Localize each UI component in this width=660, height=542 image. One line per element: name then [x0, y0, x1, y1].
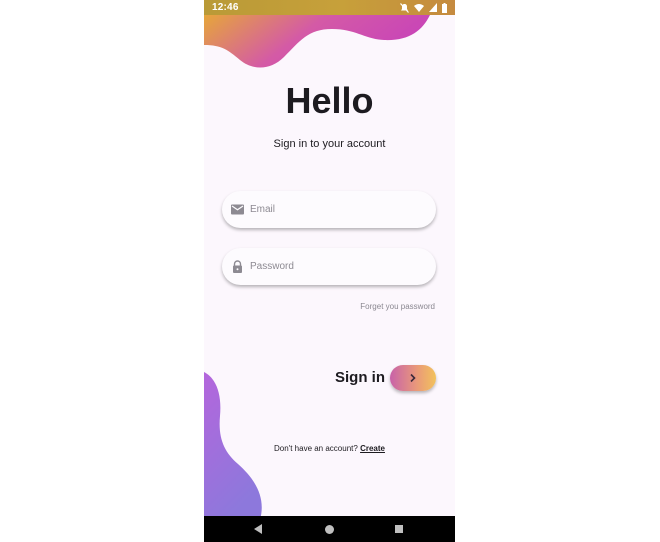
decorative-wave-top [204, 15, 430, 68]
signup-prompt: Don't have an account? [274, 444, 358, 453]
mail-icon [231, 204, 244, 215]
page-subtitle: Sign in to your account [273, 138, 386, 150]
sign-in-button[interactable] [390, 365, 436, 391]
recents-icon[interactable] [395, 525, 403, 533]
page-title: Hello [285, 80, 374, 121]
signal-icon [429, 3, 437, 12]
forgot-password-link[interactable]: Forget you password [360, 302, 435, 311]
mute-icon [400, 2, 409, 13]
password-field[interactable] [222, 248, 436, 285]
create-account-link[interactable]: Create [360, 444, 385, 453]
navigation-bar [204, 516, 455, 542]
sign-in-label: Sign in [335, 369, 385, 386]
wifi-icon [414, 4, 424, 12]
status-bar: 12:46 [204, 0, 455, 15]
email-input[interactable] [250, 191, 420, 228]
status-time: 12:46 [212, 2, 239, 13]
status-icons [400, 2, 447, 13]
lock-icon [233, 260, 242, 273]
phone-screen: 12:46 Hello Sign in to your account Emai… [204, 0, 455, 542]
home-icon[interactable] [325, 525, 334, 534]
chevron-right-icon [410, 373, 416, 383]
signup-row: Don't have an account? Create [204, 444, 455, 453]
battery-icon [442, 2, 447, 13]
password-input[interactable] [250, 248, 420, 285]
back-icon[interactable] [254, 524, 263, 534]
email-field[interactable] [222, 191, 436, 228]
